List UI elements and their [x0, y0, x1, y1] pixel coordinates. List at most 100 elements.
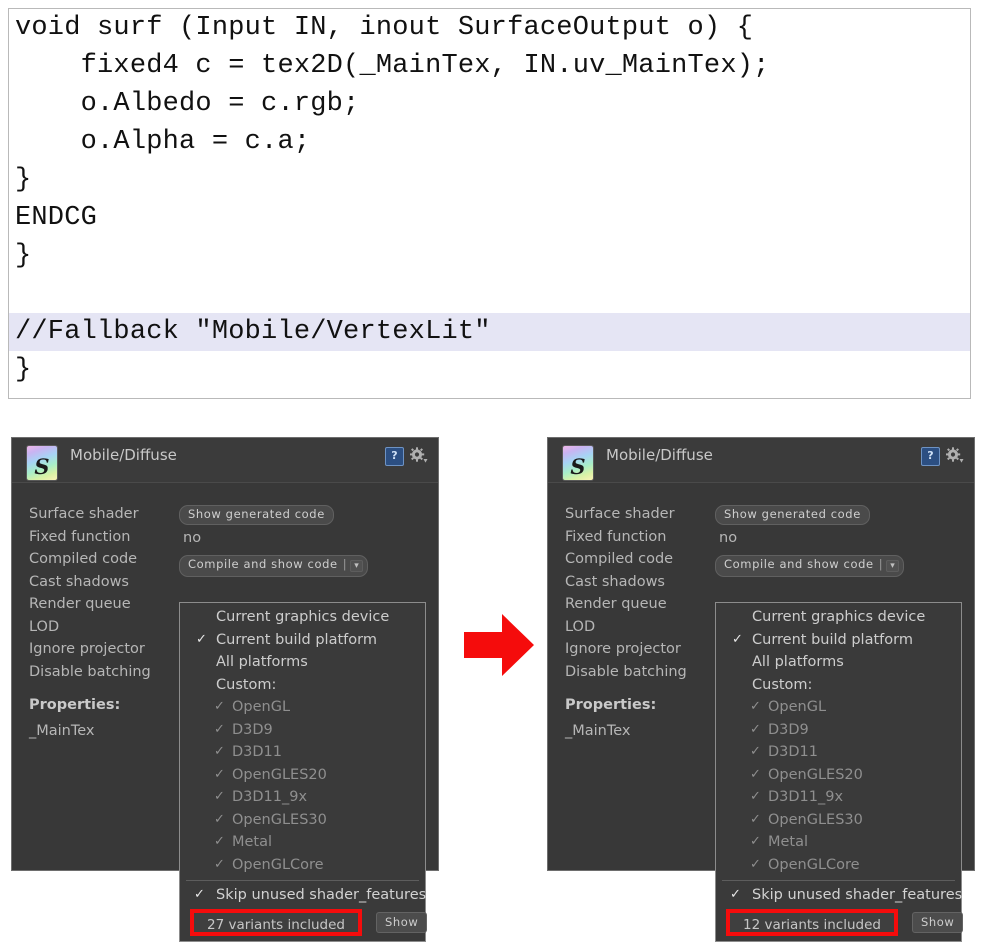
dropdown-item-label: OpenGLCore	[768, 856, 860, 873]
dropdown-item-label: OpenGLES20	[768, 766, 863, 783]
panel-header: S Mobile/Diffuse?	[548, 438, 974, 483]
dropdown-item[interactable]: All platforms	[180, 651, 425, 674]
check-icon: ✓	[730, 887, 741, 902]
check-icon: ✓	[732, 631, 743, 647]
shader-icon-glyph: S	[570, 454, 586, 479]
dropdown-item[interactable]: ✓ Metal	[180, 831, 425, 854]
property-label: LOD	[29, 618, 60, 635]
variant-count-row: 27 variants included Show	[180, 908, 428, 937]
help-icon[interactable]: ?	[921, 447, 940, 466]
shader-code-block: void surf (Input IN, inout SurfaceOutput…	[8, 8, 971, 399]
fixed-function-value: no	[719, 530, 738, 546]
dropdown-item-label: D3D11_9x	[232, 789, 308, 805]
panel-body: Surface shader Fixed function Compiled cod…	[548, 483, 974, 942]
shader-inspector-panel-right: S Mobile/Diffuse? Surface shader Fixed func…	[547, 437, 975, 942]
compile-and-show-code-button[interactable]: Compile and show code | ▾	[715, 554, 905, 577]
property-label: Cast shadows	[29, 573, 129, 590]
dropdown-item-label: Current build platform	[752, 631, 913, 648]
property-label: Fixed function	[29, 528, 131, 545]
compile-button-label: Compile and show code	[188, 556, 338, 571]
property-label: Fixed function	[565, 528, 667, 545]
check-icon: ✓	[214, 699, 225, 714]
check-icon: ✓	[214, 766, 225, 782]
help-icon[interactable]: ?	[385, 447, 404, 466]
code-line: fixed4 c = tex2D(_MainTex, IN.uv_MainTex…	[15, 51, 770, 81]
dropdown-item[interactable]: Current graphics device	[716, 606, 961, 629]
dropdown-item[interactable]: ✓ D3D11_9x	[716, 786, 961, 809]
check-icon: ✓	[750, 699, 761, 714]
compile-target-dropdown: Current graphics device ✓ Current build pl…	[715, 602, 964, 942]
red-right-arrow-icon	[462, 608, 536, 682]
show-variants-button[interactable]: Show	[912, 911, 964, 933]
shader-inspector-panel-left: S Mobile/Diffuse? Surface shader Fixed func…	[11, 437, 439, 942]
chevron-down-icon[interactable]: ▾	[350, 559, 364, 572]
dropdown-item-label: Current graphics device	[752, 609, 926, 625]
dropdown-item-label: Current graphics device	[216, 609, 390, 625]
check-icon: ✓	[214, 856, 225, 872]
dropdown-item-label: OpenGL	[768, 699, 827, 715]
property-label: Compiled code	[565, 551, 674, 567]
dropdown-item-label: D3D11_9x	[768, 789, 844, 805]
check-icon: ✓	[750, 721, 761, 737]
dropdown-item[interactable]: ✓ OpenGL	[180, 696, 425, 719]
compile-button-separator: |	[878, 556, 884, 571]
property-label: Disable batching	[29, 663, 151, 680]
dropdown-item[interactable]: ✓ OpenGLCore	[180, 854, 425, 877]
dropdown-item-label: D3D9	[232, 721, 273, 738]
dropdown-item[interactable]: ✓ OpenGLES20	[716, 764, 961, 787]
property-name: _MainTex	[565, 722, 631, 739]
gear-icon[interactable]	[946, 447, 964, 464]
dropdown-item[interactable]: Current graphics device	[180, 606, 425, 629]
dropdown-item[interactable]: Custom:	[716, 674, 961, 697]
property-label: LOD	[565, 618, 596, 635]
panel-title: Mobile/Diffuse	[606, 446, 713, 464]
dropdown-item[interactable]: ✓ OpenGL	[716, 696, 961, 719]
check-icon: ✓	[750, 789, 761, 804]
dropdown-item-label: OpenGL	[232, 699, 291, 715]
dropdown-item[interactable]: ✓ Current build platform	[716, 629, 961, 652]
dropdown-item-label: Metal	[232, 834, 273, 850]
show-variants-button[interactable]: Show	[376, 911, 428, 933]
property-name: _MainTex	[29, 722, 95, 739]
dropdown-item[interactable]: ✓ Current build platform	[180, 629, 425, 652]
dropdown-item[interactable]: ✓ OpenGLES30	[180, 809, 425, 832]
show-generated-code-button[interactable]: Show generated code	[179, 505, 334, 525]
check-icon: ✓	[750, 811, 761, 827]
compile-and-show-code-button[interactable]: Compile and show code | ▾	[179, 554, 369, 577]
variant-count-highlight: 12 variants included	[726, 908, 898, 936]
property-label: Render queue	[565, 596, 667, 612]
dropdown-item-label: Custom:	[752, 676, 813, 693]
dropdown-item[interactable]: ✓ D3D9	[716, 719, 961, 742]
dropdown-item[interactable]: ✓ D3D11_9x	[180, 786, 425, 809]
skip-unused-shader-features-option[interactable]: ✓ Skip unused shader_features	[180, 884, 426, 907]
dropdown-item[interactable]: ✓ D3D11	[180, 741, 425, 764]
check-icon: ✓	[214, 834, 225, 849]
dropdown-item[interactable]: ✓ D3D9	[180, 719, 425, 742]
property-label: Render queue	[29, 596, 131, 612]
skip-unused-shader-features-option[interactable]: ✓ Skip unused shader_features	[716, 884, 962, 907]
check-icon: ✓	[750, 744, 761, 759]
property-label: Ignore projector	[565, 641, 681, 657]
fixed-function-value: no	[183, 530, 202, 546]
dropdown-item-label: All platforms	[752, 654, 844, 670]
shader-asset-icon: S	[563, 446, 593, 480]
dropdown-item-label: D3D11	[232, 744, 283, 760]
code-line: }	[15, 241, 32, 271]
gear-icon[interactable]	[410, 447, 428, 464]
dropdown-item-label: All platforms	[216, 654, 308, 670]
dropdown-item[interactable]: ✓ Metal	[716, 831, 961, 854]
dropdown-item[interactable]: ✓ OpenGLES20	[180, 764, 425, 787]
dropdown-item[interactable]: Custom:	[180, 674, 425, 697]
dropdown-item-label: D3D9	[768, 721, 809, 738]
panel-body: Surface shader Fixed function Compiled cod…	[12, 483, 438, 942]
property-label: Surface shader	[29, 506, 139, 522]
dropdown-item[interactable]: ✓ OpenGLES30	[716, 809, 961, 832]
dropdown-item[interactable]: ✓ D3D11	[716, 741, 961, 764]
show-generated-code-button[interactable]: Show generated code	[715, 505, 870, 525]
variant-count-row: 12 variants included Show	[716, 908, 964, 937]
variant-count-label: 12 variants included	[743, 916, 881, 933]
chevron-down-icon[interactable]: ▾	[886, 559, 900, 572]
dropdown-item[interactable]: ✓ OpenGLCore	[716, 854, 961, 877]
compile-button-label: Compile and show code	[724, 556, 874, 571]
dropdown-item[interactable]: All platforms	[716, 651, 961, 674]
